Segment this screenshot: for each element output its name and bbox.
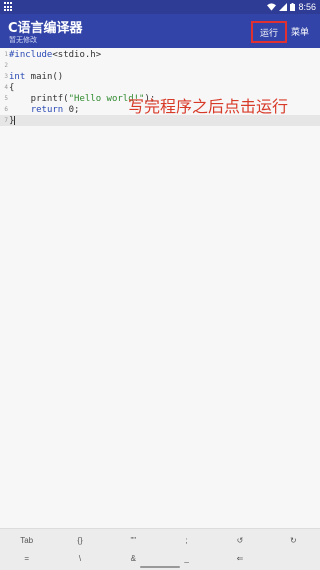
row2-key-5[interactable] [267,549,320,567]
run-button[interactable]: 运行 [251,21,287,43]
row1-key-3[interactable]: ; [160,531,213,549]
text-caret [14,115,16,125]
line-number: 2 [4,62,8,69]
code-text: { [9,82,15,93]
code-line[interactable]: 1 #include<stdio.h> [0,49,320,60]
symbol-key-bar: Tab{} ""; ↺ ↻ = \ & _ ⇐ [0,528,320,570]
row1-key-2[interactable]: "" [107,531,160,549]
row2-key-3[interactable]: _ [160,549,213,567]
row1-key-5[interactable]: ↻ [267,531,320,549]
battery-icon [290,3,296,11]
line-number: 6 [4,106,8,113]
wifi-icon [267,3,277,11]
row2-key-0[interactable]: = [0,549,53,567]
signal-icon [279,3,288,11]
line-number: 1 [4,51,8,58]
code-line[interactable]: 3 int main() [0,71,320,82]
apps-grid-icon [4,2,14,12]
code-text: int main() [9,71,64,82]
code-text: } [9,115,16,126]
line-number: 4 [4,84,8,91]
code-line[interactable]: 2 [0,60,320,71]
menu-button[interactable]: 菜单 [291,25,309,38]
row2-key-2[interactable]: & [107,549,160,567]
code-text: #include<stdio.h> [9,49,102,60]
row1-key-1[interactable]: {} [53,531,106,549]
annotation-text: 写完程序之后点击运行 [128,97,289,116]
line-number: 3 [4,73,8,80]
app-bar: C语言编译器 暂无修改 运行 菜单 [0,14,320,48]
row2-key-1[interactable]: \ [53,549,106,567]
row1-key-4[interactable]: ↺ [213,531,266,549]
key-row-2: = \ & _ ⇐ [0,549,320,567]
line-number: 7 [4,117,8,124]
status-bar: 8:56 [0,0,320,14]
app-subtitle: 暂无修改 [9,36,37,44]
code-line[interactable]: 4{ [0,82,320,93]
row2-key-4[interactable]: ⇐ [213,549,266,567]
status-time: 8:56 [298,2,316,12]
line-number: 5 [4,95,8,102]
app-title: C语言编译器 [8,21,83,36]
code-text: return 0; [30,104,80,115]
row1-key-0[interactable]: Tab [0,531,53,549]
home-indicator [140,566,180,568]
key-row-1: Tab{} ""; ↺ ↻ [0,531,320,549]
code-editor[interactable]: 1 #include<stdio.h> 2 3 int main() 4{5 printf… [0,48,320,528]
